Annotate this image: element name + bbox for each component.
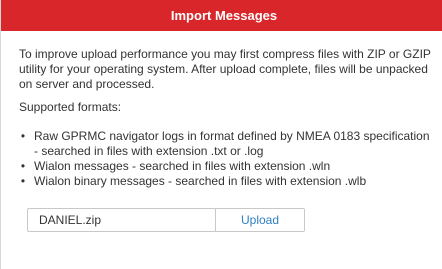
selected-file-field[interactable]: DANIEL.zip xyxy=(28,209,216,231)
format-item-label: Raw GPRMC navigator logs in format defin… xyxy=(34,129,430,158)
format-item-wln: • Wialon messages - searched in files wi… xyxy=(21,159,431,174)
dialog-titlebar: Import Messages xyxy=(1,0,442,31)
file-upload-widget: DANIEL.zip Upload xyxy=(27,208,305,232)
format-item-label: Wialon messages - searched in files with… xyxy=(34,159,331,173)
dialog-title: Import Messages xyxy=(170,8,278,23)
intro-text: To improve upload performance you may fi… xyxy=(19,47,431,91)
bullet-icon: • xyxy=(20,129,26,143)
format-item-label: Wialon binary messages - searched in fil… xyxy=(34,174,367,188)
format-item-wlb: • Wialon binary messages - searched in f… xyxy=(21,174,431,189)
bullet-icon: • xyxy=(20,174,26,188)
supported-formats-label: Supported formats: xyxy=(19,100,122,114)
format-item-gprmc: • Raw GPRMC navigator logs in format def… xyxy=(21,129,431,159)
upload-button[interactable]: Upload xyxy=(216,209,304,231)
import-messages-dialog: Import Messages To improve upload perfor… xyxy=(0,0,442,269)
bullet-icon: • xyxy=(20,159,26,173)
dialog-content: To improve upload performance you may fi… xyxy=(19,47,431,189)
formats-list: • Raw GPRMC navigator logs in format def… xyxy=(19,129,431,189)
